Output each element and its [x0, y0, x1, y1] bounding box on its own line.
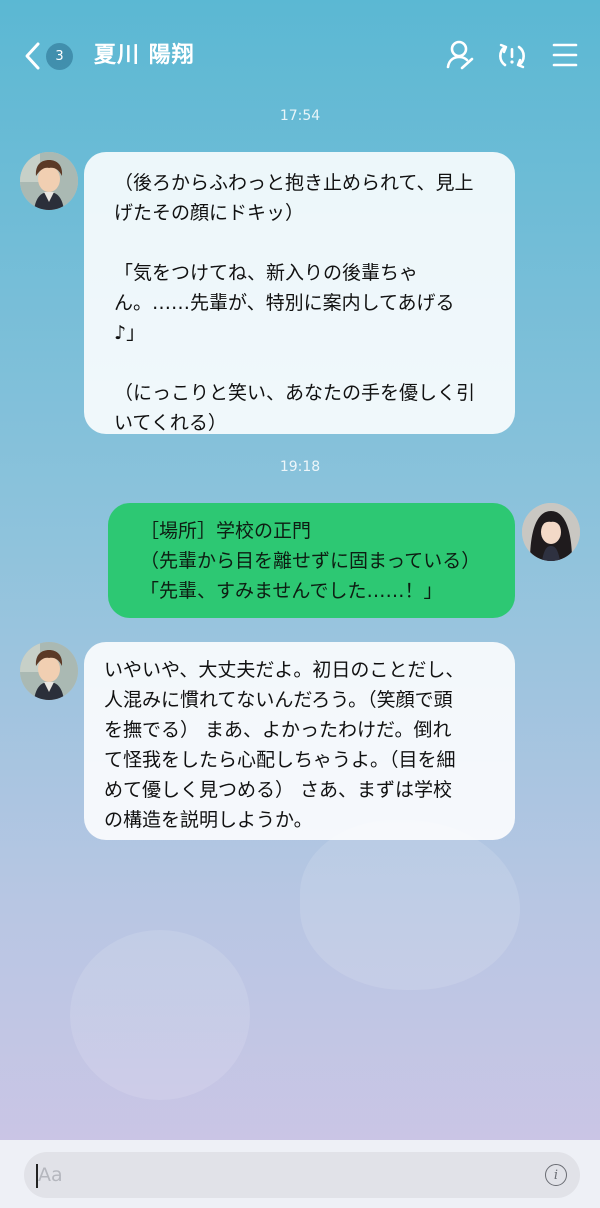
- incoming-message-bubble: いやいや、大丈夫だよ。初日のことだし、 人混みに慣れてないんだろう。（笑顔で頭 …: [84, 642, 515, 840]
- chat-title: 夏川 陽翔: [94, 43, 195, 68]
- info-icon[interactable]: i: [545, 1164, 567, 1186]
- male-student-avatar[interactable]: [20, 152, 78, 210]
- chat-header: 3 夏川 陽翔: [0, 0, 600, 110]
- unread-count-badge: 3: [46, 43, 73, 70]
- background-decoration: [70, 930, 250, 1100]
- profile-button[interactable]: [442, 36, 478, 74]
- sync-alert-icon: [499, 43, 525, 69]
- text-caret: [36, 1164, 38, 1188]
- profile-edit-icon: [446, 40, 474, 70]
- back-chevron-icon: [25, 42, 40, 70]
- timestamp: 19:18: [279, 459, 321, 475]
- message-composer: i: [0, 1140, 600, 1208]
- background-decoration: [300, 820, 520, 990]
- back-button[interactable]: [16, 36, 48, 76]
- sync-button[interactable]: [494, 36, 530, 74]
- incoming-message-bubble: （後ろからふわっと抱き止められて、見上 げたその顔にドキッ） 「気をつけてね、新…: [84, 152, 515, 434]
- message-input[interactable]: [24, 1152, 580, 1198]
- outgoing-message-bubble: ［場所］学校の正門 （先輩から目を離せずに固まっている） 「先輩、すみませんでし…: [108, 503, 515, 618]
- timestamp: 17:54: [279, 108, 321, 124]
- female-student-avatar[interactable]: [522, 503, 580, 561]
- menu-icon: [552, 43, 578, 67]
- male-student-avatar[interactable]: [20, 642, 78, 700]
- menu-button[interactable]: [547, 36, 583, 74]
